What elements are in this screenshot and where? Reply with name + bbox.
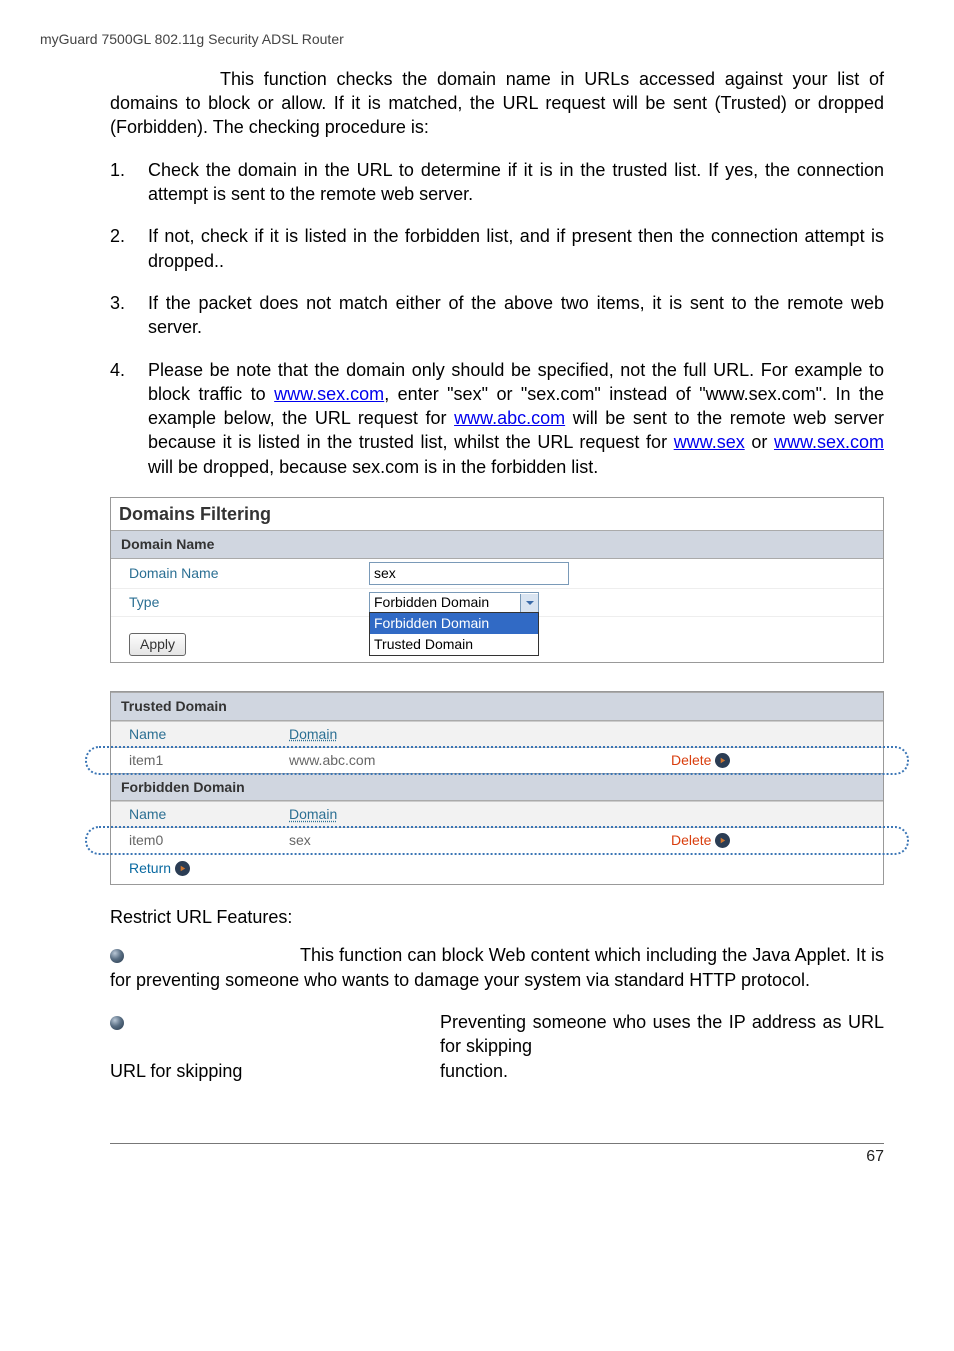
type-dropdown[interactable]: Forbidden Domain Trusted Domain — [369, 612, 539, 656]
bullet-ip: Preventing someone who uses the IP addre… — [110, 1010, 884, 1059]
link-sex-com[interactable]: www.sex.com — [274, 384, 384, 404]
bullet-icon — [110, 1016, 124, 1030]
bullet-icon — [110, 949, 124, 963]
label-domain-name: Domain Name — [129, 564, 369, 583]
domains-filtering-panel: Domains Filtering Domain Name Domain Nam… — [110, 497, 884, 663]
section-trusted-domain: Trusted Domain — [111, 692, 883, 721]
col-header-domain: Domain — [281, 802, 663, 827]
col-header-domain: Domain — [281, 722, 663, 747]
dropdown-option[interactable]: Trusted Domain — [370, 634, 538, 655]
list-item: 4. Please be note that the domain only s… — [110, 358, 884, 479]
trusted-domain-row: item1 www.abc.com Delete — [111, 748, 883, 773]
link-sex[interactable]: www.sex — [674, 432, 745, 452]
page-footer: 67 — [110, 1143, 884, 1168]
return-icon — [175, 861, 190, 876]
col-header-name: Name — [111, 722, 281, 747]
dropdown-option[interactable]: Forbidden Domain — [370, 613, 538, 634]
chevron-down-icon — [520, 594, 538, 612]
link-abc-com[interactable]: www.abc.com — [454, 408, 565, 428]
list-item: 1.Check the domain in the URL to determi… — [110, 158, 884, 207]
section-domain-name: Domain Name — [111, 530, 883, 559]
page-header: myGuard 7500GL 802.11g Security ADSL Rou… — [40, 30, 914, 49]
delete-button[interactable]: Delete — [671, 751, 730, 770]
delete-icon — [715, 833, 730, 848]
forbidden-domain-row: item0 sex Delete — [111, 828, 883, 853]
delete-icon — [715, 753, 730, 768]
panel-title: Domains Filtering — [111, 498, 883, 530]
link-sex-com-2[interactable]: www.sex.com — [774, 432, 884, 452]
cell-name: item0 — [111, 828, 281, 853]
bullet-java: This function can block Web content whic… — [110, 943, 884, 992]
cell-domain: sex — [281, 828, 663, 853]
return-button[interactable]: Return — [111, 853, 208, 884]
list-item: 3.If the packet does not match either of… — [110, 291, 884, 340]
section-forbidden-domain: Forbidden Domain — [111, 773, 883, 802]
domain-name-input[interactable] — [369, 562, 569, 585]
label-type: Type — [129, 593, 369, 612]
intro-paragraph: This function checks the domain name in … — [110, 67, 884, 140]
col-header-name: Name — [111, 802, 281, 827]
domain-lists-panel: Trusted Domain Name Domain item1 www.abc… — [110, 691, 884, 885]
restrict-heading: Restrict URL Features: — [110, 905, 884, 929]
delete-button[interactable]: Delete — [671, 831, 730, 850]
list-item: 2.If not, check if it is listed in the f… — [110, 224, 884, 273]
type-select[interactable]: Forbidden Domain — [369, 592, 539, 613]
cell-domain: www.abc.com — [281, 748, 663, 773]
page-number: 67 — [866, 1148, 884, 1165]
apply-button[interactable]: Apply — [129, 633, 186, 656]
cell-name: item1 — [111, 748, 281, 773]
